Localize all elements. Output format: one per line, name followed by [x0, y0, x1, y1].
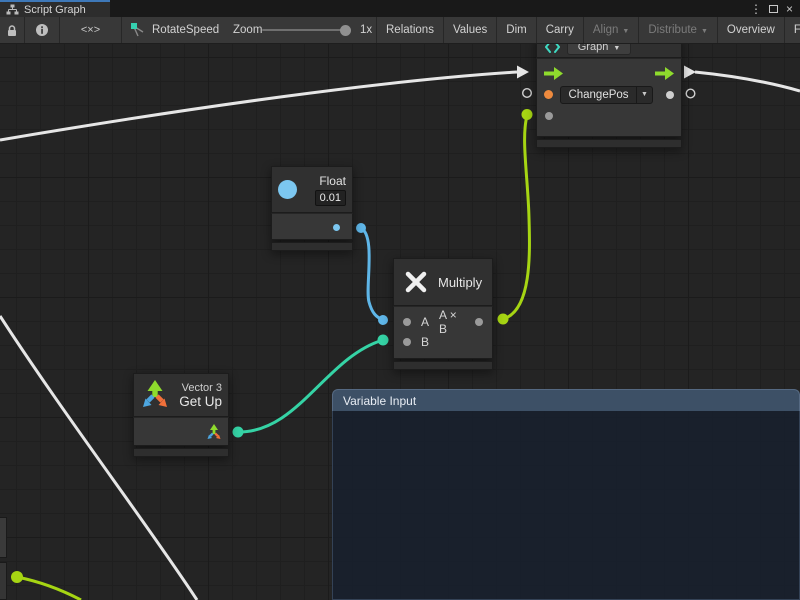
info-icon [35, 23, 49, 37]
zoom-slider-knob[interactable] [340, 25, 351, 36]
multiply-icon [403, 269, 429, 295]
relations-label: Relations [386, 24, 434, 36]
float-value-input[interactable]: 0.01 [315, 190, 346, 206]
multiply-result-label: A × B [439, 308, 468, 336]
values-button[interactable]: Values [444, 17, 497, 43]
multiply-node-title: Multiply [438, 275, 482, 290]
multiply-output-port[interactable] [475, 318, 483, 326]
relations-button[interactable]: Relations [376, 17, 444, 43]
align-button[interactable]: Align ▼ [584, 17, 640, 43]
graph-node-body: ChangePos ▼ [536, 58, 682, 137]
carry-label: Carry [546, 24, 574, 36]
vector-node-type: Vector 3 [182, 382, 222, 394]
zoom-slider[interactable] [262, 17, 348, 43]
offscreen-node-body[interactable] [0, 517, 7, 558]
multiply-node-header: Multiply [393, 258, 493, 306]
float-type-icon [278, 180, 297, 199]
graph-node-footer [536, 139, 682, 148]
caret-down-icon: ▼ [622, 28, 629, 35]
changepos-dropdown-value: ChangePos [561, 89, 636, 101]
group-panel-body [332, 411, 800, 600]
node-vector3-get-up[interactable]: Vector 3 Get Up [133, 373, 229, 457]
dim-label: Dim [506, 24, 526, 36]
caret-down-icon: ▼ [636, 87, 652, 103]
zoom-value-wrap: 1x [360, 17, 372, 43]
script-graph-tab-icon [6, 4, 19, 15]
overview-button[interactable]: Overview [718, 17, 785, 43]
values-label: Values [453, 24, 487, 36]
caret-down-icon: ▼ [701, 28, 708, 35]
group-panel-header[interactable]: Variable Input [332, 389, 800, 411]
node-graph-unit[interactable]: Graph ▼ ChangePos ▼ [536, 36, 682, 148]
tab-title: Script Graph [24, 4, 86, 16]
float-output-port[interactable] [333, 224, 340, 231]
overview-label: Overview [727, 24, 775, 36]
offscreen-node-footer[interactable] [0, 562, 7, 600]
float-node-header: Float 0.01 [271, 166, 353, 213]
multiply-input-b-label: B [421, 335, 429, 349]
zoom-label: Zoom [233, 24, 262, 36]
info-button[interactable] [25, 17, 60, 43]
graph-reference[interactable]: RotateSpeed [130, 17, 219, 43]
variable-input-port[interactable] [544, 90, 553, 99]
vector-node-footer [133, 448, 229, 457]
multiply-node-body: A A × B B [393, 306, 493, 359]
float-node-title: Float [319, 174, 346, 188]
vector-node-title: Get Up [179, 394, 222, 409]
dim-button[interactable]: Dim [497, 17, 536, 43]
vector3-output-port[interactable] [206, 424, 222, 441]
vector-node-header: Vector 3 Get Up [133, 373, 229, 417]
multiply-node-footer [393, 361, 493, 370]
float-node-footer [271, 242, 353, 251]
vector-node-body [133, 417, 229, 446]
flow-output-port[interactable] [655, 67, 674, 80]
node-multiply[interactable]: Multiply A A × B B [393, 258, 493, 370]
full-screen-button[interactable]: Full Screen [785, 17, 800, 43]
distribute-button[interactable]: Distribute ▼ [639, 17, 718, 43]
window-close-icon[interactable]: × [786, 0, 793, 17]
code-icon: <×> [81, 24, 100, 36]
caret-down-icon: ▼ [613, 45, 620, 52]
vector3-icon [140, 379, 170, 411]
changepos-dropdown[interactable]: ChangePos ▼ [560, 86, 653, 104]
window-tab-bar: Script Graph ⋮ × [0, 0, 800, 17]
node-float[interactable]: Float 0.01 [271, 166, 353, 251]
group-panel-title: Variable Input [343, 394, 416, 408]
multiply-input-a-label: A [421, 315, 429, 329]
value-output-port[interactable] [666, 91, 674, 99]
toolbar-buttons: Relations Values Dim Carry Align ▼ Distr… [376, 17, 800, 43]
graph-reference-label: RotateSpeed [152, 24, 219, 36]
align-label: Align [593, 24, 619, 36]
graph-node-icon [130, 22, 145, 38]
multiply-input-b-port[interactable] [403, 338, 411, 346]
zoom-slider-track[interactable] [262, 29, 348, 31]
flow-input-port[interactable] [544, 67, 563, 80]
value-input-port[interactable] [545, 112, 553, 120]
window-restore-icon[interactable] [769, 0, 778, 17]
carry-button[interactable]: Carry [537, 17, 584, 43]
lock-button[interactable] [0, 17, 25, 43]
graph-toolbar: <×> RotateSpeed Zoom 1x Relations Values… [0, 17, 800, 44]
distribute-label: Distribute [648, 24, 697, 36]
zoom-value: 1x [360, 24, 372, 36]
multiply-input-a-port[interactable] [403, 318, 411, 326]
float-node-body [271, 213, 353, 240]
restore-box [769, 5, 778, 13]
window-menu-icon[interactable]: ⋮ [750, 0, 762, 17]
code-toggle-button[interactable]: <×> [60, 17, 122, 43]
tab-script-graph[interactable]: Script Graph [0, 0, 110, 17]
full-screen-label: Full Screen [794, 24, 800, 36]
zoom-label-wrap: Zoom [233, 17, 262, 43]
group-panel-variable-input: Variable Input [332, 389, 800, 600]
lock-icon [6, 24, 18, 37]
